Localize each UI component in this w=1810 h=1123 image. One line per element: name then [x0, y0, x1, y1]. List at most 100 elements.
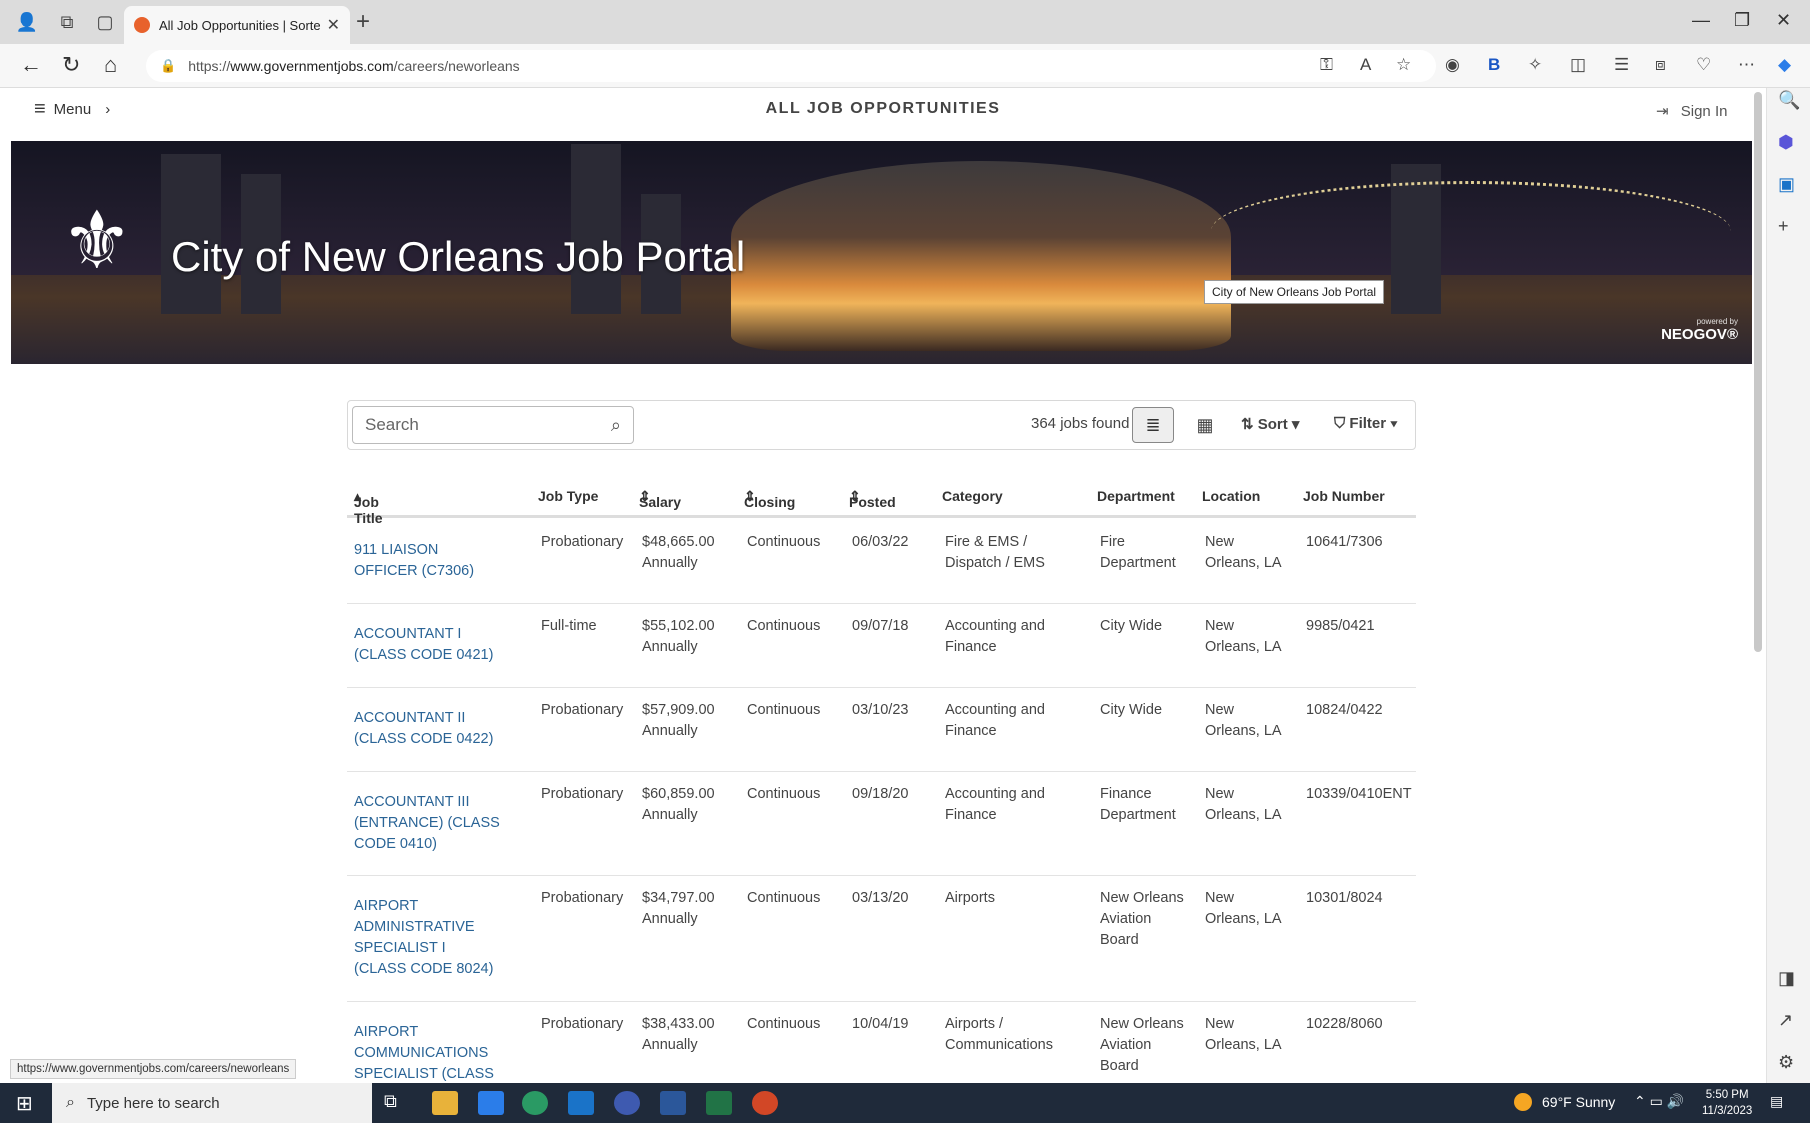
url-path: /careers/neworleans [393, 58, 520, 74]
workspaces-icon[interactable]: ⧉ [48, 0, 86, 44]
minimize-icon[interactable]: — [1692, 10, 1710, 31]
task-view-icon[interactable]: ⧉ [384, 1091, 410, 1115]
sidebar-panel-icon[interactable]: ◨ [1778, 968, 1795, 989]
browser-tab-active[interactable]: All Job Opportunities | Sorted by ✕ [124, 6, 350, 44]
filter-icon: ⛉ [1334, 415, 1350, 432]
outlook-icon[interactable]: ▣ [1778, 174, 1795, 195]
browser-essentials-icon[interactable]: ♡ [1696, 55, 1711, 75]
job-title-link[interactable]: ACCOUNTANT II (CLASS CODE 0422) [354, 708, 514, 750]
taskbar-search-input[interactable]: ⌕ Type here to search [52, 1083, 372, 1123]
job-type: Probationary [541, 534, 624, 550]
category: Accounting and Finance [945, 702, 1045, 739]
extension-icon[interactable]: ◉ [1445, 55, 1460, 75]
file-explorer-icon[interactable] [432, 1091, 458, 1115]
col-posted[interactable]: Posted ⇕ [849, 488, 896, 510]
weather-widget[interactable]: 69°F Sunny [1514, 1093, 1615, 1111]
notifications-icon[interactable]: ▤ [1770, 1093, 1783, 1110]
new-tab-button[interactable]: + [356, 8, 370, 36]
salary: $48,665.00 Annually [642, 534, 715, 571]
table-row: ACCOUNTANT I (CLASS CODE 0421) Full-time… [347, 604, 1416, 688]
closing: Continuous [747, 890, 821, 906]
clock-time: 5:50 PM [1705, 1089, 1749, 1101]
job-type: Probationary [541, 890, 624, 906]
col-job-number: Job Number [1303, 488, 1385, 504]
key-icon[interactable]: ⚿ [1320, 55, 1333, 75]
taskbar-clock[interactable]: 5:50 PM 11/3/2023 [1702, 1087, 1752, 1119]
add-sidebar-icon[interactable]: + [1778, 216, 1789, 237]
more-options-icon[interactable]: ⋯ [1738, 55, 1755, 75]
col-salary[interactable]: Salary ⇕ [639, 488, 681, 510]
col-job-title[interactable]: Job Title ▴ [354, 488, 383, 526]
restore-icon[interactable]: ❐ [1734, 10, 1750, 31]
refresh-icon[interactable]: ↻ [62, 52, 80, 78]
extensions-puzzle-icon[interactable]: ✧ [1528, 55, 1542, 75]
favorites-icon[interactable]: ☰ [1614, 55, 1629, 75]
taskbar-search-placeholder: Type here to search [86, 1094, 220, 1112]
filter-button[interactable]: ⛉ Filter ▾ [1334, 415, 1398, 432]
url-prefix: https:// [188, 58, 231, 74]
back-icon[interactable]: ← [20, 52, 42, 78]
col-category: Category [942, 488, 1003, 504]
job-title-link[interactable]: ACCOUNTANT III (ENTRANCE) (CLASS CODE 04… [354, 792, 504, 855]
powerpoint-icon[interactable] [752, 1091, 778, 1115]
col-closing[interactable]: Closing ⇕ [744, 488, 795, 510]
job-number: 10641/7306 [1306, 534, 1383, 550]
department: New Orleans Aviation Board [1100, 890, 1184, 948]
bing-icon[interactable]: B [1488, 55, 1500, 75]
mail-icon[interactable] [478, 1091, 504, 1115]
tab-actions-icon[interactable]: ▢ [86, 0, 124, 44]
edge-sidebar: 🔍 ⬢ ▣ + ◨ ↗ ⚙ [1766, 88, 1810, 1083]
neogov-logo[interactable]: powered by NEOGOV® [1661, 317, 1738, 344]
bridge-lights [1211, 181, 1731, 281]
posted: 10/04/19 [852, 1016, 909, 1032]
copilot-icon[interactable]: ◆ [1778, 55, 1791, 75]
collections-icon[interactable]: ⧈ [1655, 55, 1666, 75]
settings-gear-icon[interactable]: ⚙ [1778, 1052, 1794, 1073]
excel-icon[interactable] [706, 1091, 732, 1115]
table-row: 911 LIAISON OFFICER (C7306) Probationary… [347, 520, 1416, 604]
search-icon[interactable]: ⌕ [611, 415, 621, 436]
closing: Continuous [747, 702, 821, 718]
job-title-link[interactable]: ACCOUNTANT I (CLASS CODE 0421) [354, 624, 514, 666]
banner-tooltip: City of New Orleans Job Portal [1204, 280, 1385, 304]
card-view-icon[interactable]: ▦ [1184, 407, 1226, 443]
table-row: AIRPORT COMMUNICATIONS SPECIALIST (CLASS… [347, 1002, 1416, 1083]
category: Fire & EMS / Dispatch / EMS [945, 534, 1045, 571]
sort-button[interactable]: ⇅ Sort ▾ [1241, 415, 1299, 433]
system-tray-icons[interactable]: ⌃ ▭ 🔊 [1634, 1093, 1684, 1110]
job-number: 9985/0421 [1306, 618, 1375, 634]
url-field[interactable]: 🔒 https://www.governmentjobs.com/careers… [146, 50, 1436, 82]
closing: Continuous [747, 618, 821, 634]
job-title-link[interactable]: AIRPORT COMMUNICATIONS SPECIALIST (CLASS… [354, 1022, 530, 1083]
job-title-link[interactable]: 911 LIAISON OFFICER (C7306) [354, 540, 504, 582]
sort-icon: ⇅ [1241, 416, 1258, 433]
search-input[interactable]: Search ⌕ [352, 406, 634, 444]
page-scrollbar[interactable] [1754, 92, 1762, 652]
location: New Orleans, LA [1205, 1016, 1282, 1053]
windows-start-icon[interactable]: ⊞ [16, 1091, 33, 1116]
edge-browser-icon[interactable] [522, 1091, 548, 1115]
sign-in-link[interactable]: ⇥ Sign In [1656, 102, 1727, 120]
tab-close-icon[interactable]: ✕ [327, 15, 340, 35]
list-view-icon[interactable]: ≣ [1132, 407, 1174, 443]
hero-banner: ⚜ City of New Orleans Job Portal City of… [11, 141, 1752, 364]
search-sidebar-icon[interactable]: 🔍 [1778, 90, 1800, 111]
site-favicon-icon [134, 17, 150, 33]
profile-icon[interactable]: 👤 [8, 0, 46, 44]
window-close-icon[interactable]: ✕ [1776, 10, 1791, 31]
col-posted-label: Posted [849, 494, 896, 510]
tools-icon[interactable]: ⬢ [1778, 132, 1794, 153]
home-icon[interactable]: ⌂ [104, 52, 117, 78]
job-title-link[interactable]: AIRPORT ADMINISTRATIVE SPECIALIST I (CLA… [354, 896, 494, 980]
external-link-icon[interactable]: ↗ [1778, 1010, 1793, 1031]
split-screen-icon[interactable]: ◫ [1570, 55, 1586, 75]
col-closing-label: Closing [744, 494, 796, 510]
lock-icon[interactable]: 🔒 [160, 58, 176, 74]
webex-icon[interactable] [614, 1091, 640, 1115]
outlook-app-icon[interactable] [568, 1091, 594, 1115]
word-icon[interactable] [660, 1091, 686, 1115]
salary: $55,102.00 Annually [642, 618, 715, 655]
read-aloud-icon[interactable]: A [1360, 55, 1371, 75]
closing: Continuous [747, 1016, 821, 1032]
favorite-star-icon[interactable]: ☆ [1396, 55, 1411, 75]
